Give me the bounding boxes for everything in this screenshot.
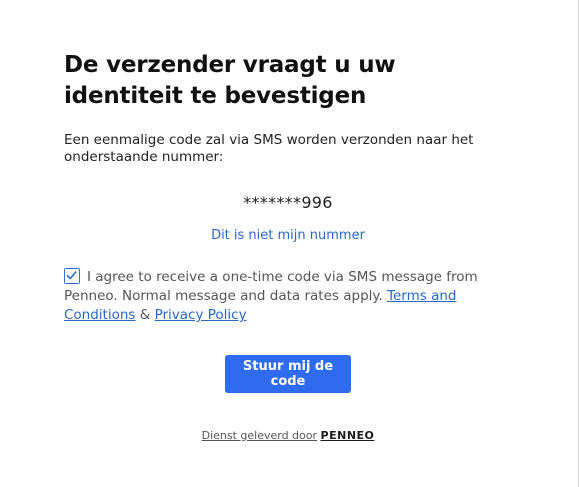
masked-phone-number: *******996 <box>243 193 333 212</box>
checkmark-icon <box>66 271 77 280</box>
dialog-title: De verzender vraagt u uw identiteit te b… <box>64 52 396 109</box>
verification-dialog: De verzender vraagt u uw identiteit te b… <box>64 50 512 442</box>
consent-separator: & <box>139 307 151 323</box>
dialog-description: Een eenmalige code zal via SMS worden ve… <box>64 132 474 165</box>
consent-section: I agree to receive a one-time code via S… <box>64 268 512 325</box>
privacy-policy-link[interactable]: Privacy Policy <box>155 307 247 323</box>
send-code-button[interactable]: Stuur mij de code <box>225 355 351 393</box>
not-my-number-link[interactable]: Dit is niet mijn nummer <box>64 228 512 243</box>
penneo-logo[interactable]: PENNEO <box>321 429 375 442</box>
footer-label: Dienst geleverd door <box>201 429 318 442</box>
footer: Dienst geleverd door PENNEO <box>64 429 512 442</box>
consent-checkbox[interactable] <box>64 268 80 284</box>
